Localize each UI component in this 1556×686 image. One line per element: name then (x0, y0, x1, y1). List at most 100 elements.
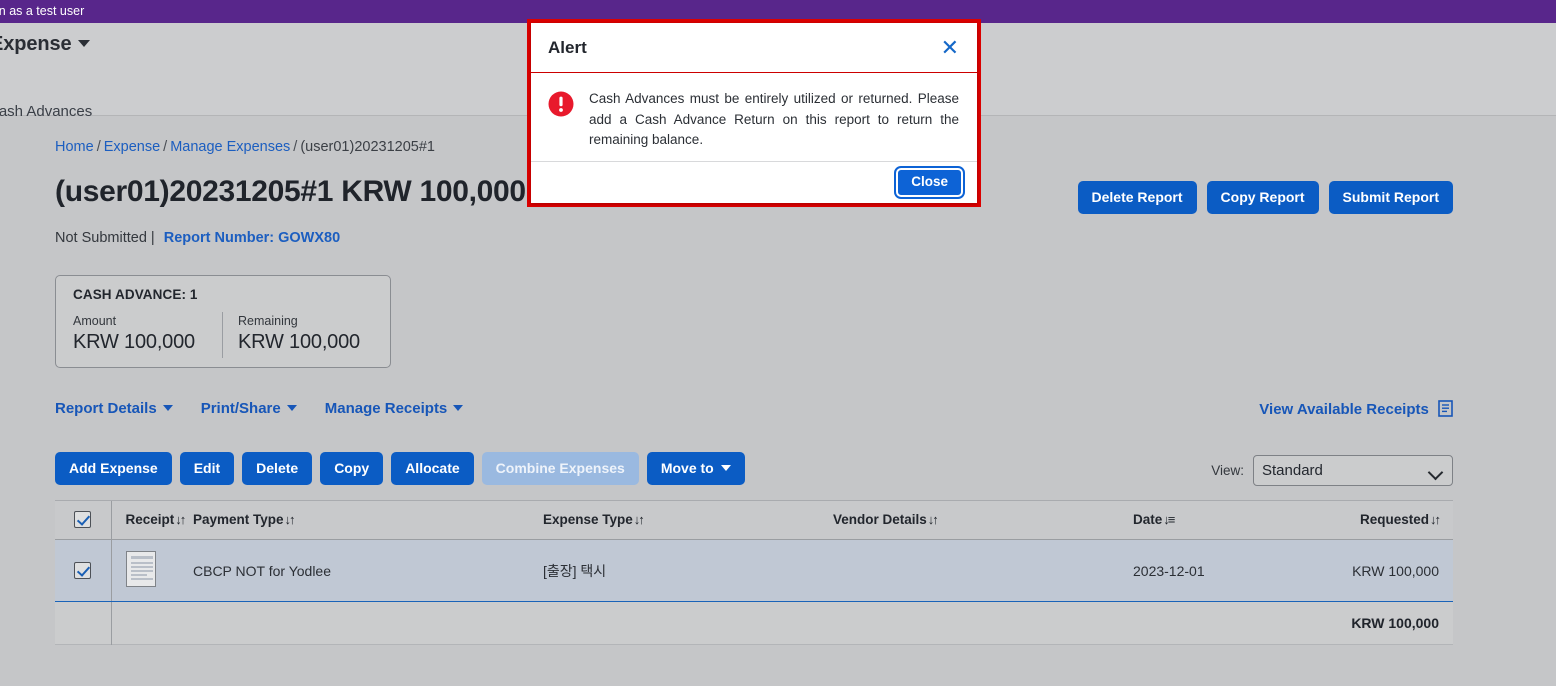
breadcrumb-separator: / (163, 139, 167, 155)
alert-modal-body: Cash Advances must be entirely utilized … (531, 73, 977, 161)
view-picker: View: Standard (1211, 455, 1453, 486)
total-spacer-1 (55, 602, 111, 645)
report-status: Not Submitted (55, 230, 147, 246)
sort-descending-active-icon: ↓≡ (1163, 512, 1173, 527)
report-number-link[interactable]: Report Number: GOWX80 (164, 230, 340, 246)
view-select[interactable]: Standard (1253, 455, 1453, 486)
column-label-expense-type: Expense Type (543, 512, 633, 527)
allocate-button[interactable]: Allocate (391, 452, 473, 485)
column-label-receipt: Receipt (126, 512, 175, 527)
row-requested: KRW 100,000 (1293, 540, 1453, 602)
row-checkbox[interactable] (74, 562, 91, 579)
combine-expenses-button: Combine Expenses (482, 452, 639, 485)
receipt-icon (1438, 400, 1453, 417)
cash-advance-remaining-group: Remaining KRW 100,000 (238, 314, 360, 354)
column-label-vendor-details: Vendor Details (833, 512, 927, 527)
column-header-receipt[interactable]: Receipt↓↑ (111, 501, 193, 540)
cash-advance-amount-group: Amount KRW 100,000 (73, 314, 195, 354)
manage-receipts-label: Manage Receipts (325, 400, 448, 417)
report-details-label: Report Details (55, 400, 157, 417)
edit-button[interactable]: Edit (180, 452, 234, 485)
alert-modal-message: Cash Advances must be entirely utilized … (589, 89, 959, 161)
total-spacer-2 (111, 602, 193, 645)
alert-modal: Alert ✕ Cash Advances must be entirely u… (531, 23, 977, 203)
delete-button[interactable]: Delete (242, 452, 312, 485)
report-link-menu-row: Report Details Print/Share Manage Receip… (55, 400, 463, 417)
column-header-payment-type[interactable]: Payment Type↓↑ (193, 501, 543, 540)
alert-modal-footer: Close (531, 161, 977, 203)
copy-button[interactable]: Copy (320, 452, 383, 485)
sort-both-icon: ↓↑ (175, 512, 184, 527)
breadcrumb-item-expense[interactable]: Expense (104, 139, 160, 155)
breadcrumb-current: (user01)20231205#1 (300, 139, 435, 155)
table-row[interactable]: CBCP NOT for Yodlee [출장] 택시 2023-12-01 K… (55, 540, 1453, 602)
report-meta: Not Submitted | Report Number: GOWX80 (55, 230, 340, 246)
total-spacer-4 (543, 602, 833, 645)
delete-report-button[interactable]: Delete Report (1078, 181, 1197, 214)
column-header-expense-type[interactable]: Expense Type↓↑ (543, 501, 833, 540)
add-expense-button[interactable]: Add Expense (55, 452, 172, 485)
chevron-down-icon (78, 40, 90, 47)
cash-advance-amount-value: KRW 100,000 (73, 331, 195, 354)
row-receipt-cell (111, 540, 193, 602)
page-title: (user01)20231205#1 KRW 100,000 (55, 175, 526, 209)
impersonation-text: in as a test user (0, 0, 84, 23)
print-share-menu[interactable]: Print/Share (201, 400, 297, 417)
total-spacer-5 (833, 602, 1133, 645)
table-total-row: KRW 100,000 (55, 602, 1453, 645)
row-select-cell (55, 540, 111, 602)
column-header-requested[interactable]: Requested↓↑ (1293, 501, 1453, 540)
expense-table: Receipt↓↑ Payment Type↓↑ Expense Type↓↑ … (55, 501, 1453, 645)
sort-both-icon: ↓↑ (285, 512, 294, 527)
expense-table-body: CBCP NOT for Yodlee [출장] 택시 2023-12-01 K… (55, 540, 1453, 645)
submit-report-button[interactable]: Submit Report (1329, 181, 1453, 214)
column-header-date[interactable]: Date↓≡ (1133, 501, 1293, 540)
chevron-down-icon (453, 405, 463, 411)
sort-both-icon: ↓↑ (634, 512, 643, 527)
table-total-amount: KRW 100,000 (1293, 602, 1453, 645)
view-available-receipts-link[interactable]: View Available Receipts (1259, 400, 1453, 418)
move-to-button[interactable]: Move to (647, 452, 745, 485)
manage-receipts-menu[interactable]: Manage Receipts (325, 400, 464, 417)
column-label-requested: Requested (1360, 512, 1429, 527)
close-button[interactable]: Close (896, 168, 963, 197)
cash-advance-title: CASH ADVANCE: 1 (73, 287, 198, 302)
alert-modal-title: Alert (548, 38, 941, 58)
column-label-payment-type: Payment Type (193, 512, 284, 527)
row-date: 2023-12-01 (1133, 540, 1293, 602)
row-expense-type: [출장] 택시 (543, 540, 833, 602)
chevron-down-icon (287, 405, 297, 411)
print-share-label: Print/Share (201, 400, 281, 417)
header-actions: Delete Report Copy Report Submit Report (1078, 181, 1453, 214)
nav-primary-expense[interactable]: Expense (0, 33, 90, 56)
report-meta-divider: | (151, 230, 155, 246)
copy-report-button[interactable]: Copy Report (1207, 181, 1319, 214)
report-details-menu[interactable]: Report Details (55, 400, 173, 417)
breadcrumb-separator: / (293, 139, 297, 155)
total-spacer-6 (1133, 602, 1293, 645)
cash-advance-card: CASH ADVANCE: 1 Amount KRW 100,000 Remai… (55, 275, 391, 368)
chevron-down-icon (721, 465, 731, 471)
chevron-down-icon (163, 405, 173, 411)
row-payment-type: CBCP NOT for Yodlee (193, 540, 543, 602)
nav-primary-label: Expense (0, 33, 72, 55)
close-icon[interactable]: ✕ (941, 37, 959, 59)
cash-advance-remaining-label: Remaining (238, 314, 360, 328)
cash-advance-amount-label: Amount (73, 314, 195, 328)
error-exclamation-icon (548, 91, 574, 161)
column-header-vendor-details[interactable]: Vendor Details↓↑ (833, 501, 1133, 540)
breadcrumb-separator: / (97, 139, 101, 155)
expense-grid: Receipt↓↑ Payment Type↓↑ Expense Type↓↑ … (55, 500, 1453, 645)
table-header-row: Receipt↓↑ Payment Type↓↑ Expense Type↓↑ … (55, 501, 1453, 540)
total-spacer-3 (193, 602, 543, 645)
breadcrumb-item-home[interactable]: Home (55, 139, 94, 155)
select-all-checkbox[interactable] (74, 511, 91, 528)
row-vendor-details (833, 540, 1133, 602)
column-label-date: Date (1133, 512, 1162, 527)
breadcrumb-item-manage-expenses[interactable]: Manage Expenses (170, 139, 290, 155)
view-picker-label: View: (1211, 463, 1244, 478)
expense-grid-toolbar: Add Expense Edit Delete Copy Allocate Co… (55, 452, 745, 485)
sort-both-icon: ↓↑ (1430, 512, 1439, 527)
receipt-thumbnail[interactable] (126, 551, 156, 587)
move-to-label: Move to (661, 460, 714, 476)
